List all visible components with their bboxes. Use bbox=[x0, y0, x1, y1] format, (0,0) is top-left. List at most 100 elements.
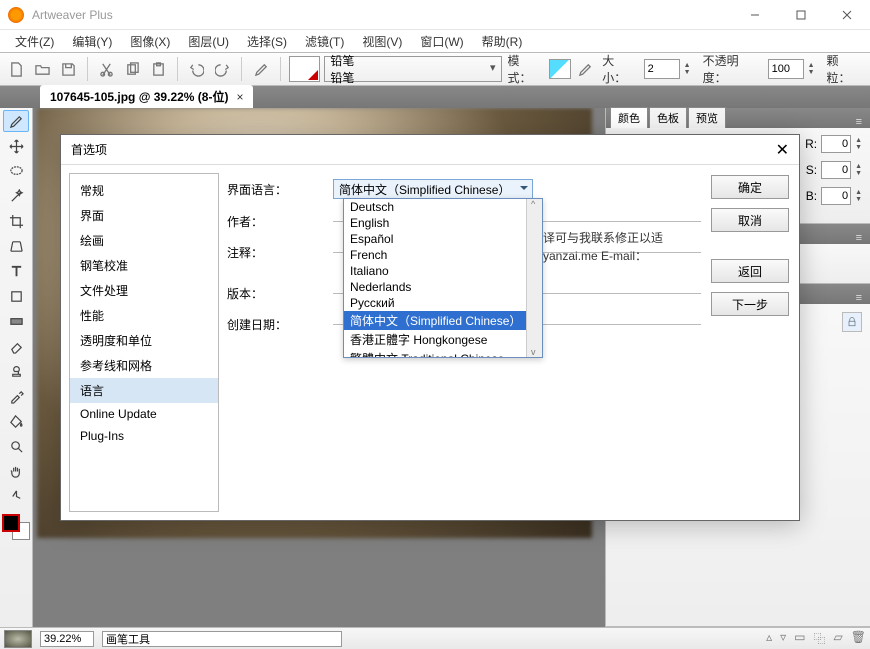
ok-button[interactable]: 确定 bbox=[711, 175, 789, 199]
language-dropdown[interactable]: Deutsch English Español French Italiano … bbox=[343, 198, 543, 358]
sidebar-item-online-update[interactable]: Online Update bbox=[70, 403, 218, 425]
redo-button[interactable] bbox=[212, 58, 234, 80]
zoom-tool[interactable] bbox=[3, 435, 29, 457]
new-file-button[interactable] bbox=[6, 58, 28, 80]
status-up-icon[interactable]: ▵ bbox=[766, 630, 772, 647]
sidebar-item-language[interactable]: 语言 bbox=[70, 378, 218, 403]
menu-window[interactable]: 窗口(W) bbox=[411, 31, 472, 52]
move-tool[interactable] bbox=[3, 135, 29, 157]
next-button[interactable]: 下一步 bbox=[711, 292, 789, 316]
close-button[interactable] bbox=[824, 0, 870, 30]
fill-tool[interactable] bbox=[3, 410, 29, 432]
eyedropper-tool[interactable] bbox=[3, 385, 29, 407]
wand-tool[interactable] bbox=[3, 185, 29, 207]
tab-swatches[interactable]: 色板 bbox=[649, 107, 687, 128]
foreground-color-swatch[interactable] bbox=[2, 514, 20, 532]
menu-view[interactable]: 视图(V) bbox=[353, 31, 411, 52]
panel-menu-icon[interactable]: ≡ bbox=[852, 116, 866, 128]
menu-select[interactable]: 选择(S) bbox=[238, 31, 296, 52]
sidebar-item-interface[interactable]: 界面 bbox=[70, 203, 218, 228]
menu-image[interactable]: 图像(X) bbox=[121, 31, 179, 52]
perspective-tool[interactable] bbox=[3, 235, 29, 257]
opacity-input[interactable] bbox=[768, 59, 804, 79]
menu-layer[interactable]: 图层(U) bbox=[179, 31, 238, 52]
lasso-tool[interactable] bbox=[3, 160, 29, 182]
color-swap[interactable] bbox=[2, 514, 30, 540]
lang-option[interactable]: Italiano bbox=[344, 263, 542, 279]
current-tool-field[interactable] bbox=[102, 631, 342, 647]
opacity-spinner[interactable]: ▲▼ bbox=[808, 59, 815, 79]
lang-option[interactable]: 繁體中文 Traditional Chinese bbox=[344, 349, 542, 358]
size-spinner[interactable]: ▲▼ bbox=[684, 59, 691, 79]
sidebar-item-file-handling[interactable]: 文件处理 bbox=[70, 278, 218, 303]
back-button[interactable]: 返回 bbox=[711, 259, 789, 283]
event-tool[interactable] bbox=[3, 485, 29, 507]
stamp-tool[interactable] bbox=[3, 360, 29, 382]
status-layer-icon[interactable]: ▱ bbox=[834, 630, 843, 647]
gradient-tool[interactable] bbox=[3, 310, 29, 332]
brush-tool[interactable] bbox=[3, 110, 29, 132]
brush-tool-icon[interactable] bbox=[250, 58, 272, 80]
paste-button[interactable] bbox=[147, 58, 169, 80]
lang-option[interactable]: English bbox=[344, 215, 542, 231]
status-down-icon[interactable]: ▿ bbox=[780, 630, 786, 647]
menu-help[interactable]: 帮助(R) bbox=[473, 31, 532, 52]
sidebar-item-transparency[interactable]: 透明度和单位 bbox=[70, 328, 218, 353]
undo-button[interactable] bbox=[186, 58, 208, 80]
tab-color[interactable]: 颜色 bbox=[610, 107, 648, 128]
open-file-button[interactable] bbox=[32, 58, 54, 80]
sidebar-item-painting[interactable]: 绘画 bbox=[70, 228, 218, 253]
sidebar-item-plugins[interactable]: Plug-Ins bbox=[70, 425, 218, 447]
zoom-field[interactable] bbox=[40, 631, 94, 647]
document-tab-close-icon[interactable]: × bbox=[236, 90, 243, 104]
lock-icon[interactable] bbox=[842, 312, 862, 332]
lang-option[interactable]: Español bbox=[344, 231, 542, 247]
lang-option[interactable]: Nederlands bbox=[344, 279, 542, 295]
lang-option[interactable]: French bbox=[344, 247, 542, 263]
eraser-tool[interactable] bbox=[3, 335, 29, 357]
tab-preview[interactable]: 预览 bbox=[688, 107, 726, 128]
size-input[interactable] bbox=[644, 59, 680, 79]
dropdown-scrollbar[interactable] bbox=[526, 199, 542, 357]
s-input[interactable] bbox=[821, 161, 851, 179]
lang-option[interactable]: 香港正體字 Hongkongese bbox=[344, 330, 542, 349]
s-spinner[interactable]: ▲▼ bbox=[855, 160, 862, 180]
lang-option[interactable]: Deutsch bbox=[344, 199, 542, 215]
maximize-button[interactable] bbox=[778, 0, 824, 30]
status-trash-icon[interactable]: 🗑 bbox=[851, 630, 866, 647]
sidebar-item-guides[interactable]: 参考线和网格 bbox=[70, 353, 218, 378]
mode-brush-icon[interactable] bbox=[575, 58, 597, 80]
mode-swatch[interactable] bbox=[549, 59, 571, 79]
sidebar-item-performance[interactable]: 性能 bbox=[70, 303, 218, 328]
shape-tool[interactable] bbox=[3, 285, 29, 307]
menu-file[interactable]: 文件(Z) bbox=[6, 31, 63, 52]
dialog-close-icon[interactable]: ✕ bbox=[776, 140, 789, 160]
b-spinner[interactable]: ▲▼ bbox=[855, 186, 862, 206]
sidebar-item-general[interactable]: 常规 bbox=[70, 178, 218, 203]
text-tool[interactable] bbox=[3, 260, 29, 282]
cancel-button[interactable]: 取消 bbox=[711, 208, 789, 232]
brush-preview[interactable] bbox=[289, 56, 321, 82]
lang-option-selected[interactable]: 简体中文（Simplified Chinese） bbox=[344, 311, 542, 330]
r-input[interactable] bbox=[821, 135, 851, 153]
menu-edit[interactable]: 编辑(Y) bbox=[63, 31, 121, 52]
r-spinner[interactable]: ▲▼ bbox=[855, 134, 862, 154]
status-copy-icon[interactable]: ⿻ bbox=[814, 630, 826, 647]
menu-filter[interactable]: 滤镜(T) bbox=[296, 31, 353, 52]
sidebar-item-pen-calib[interactable]: 钢笔校准 bbox=[70, 253, 218, 278]
panel2-menu-icon[interactable]: ≡ bbox=[852, 232, 866, 244]
document-tab[interactable]: 107645-105.jpg @ 39.22% (8-位) × bbox=[40, 85, 253, 108]
dialog-title-bar[interactable]: 首选项 ✕ bbox=[61, 135, 799, 165]
brush-preset-select[interactable]: 铅笔 铅笔 bbox=[324, 56, 501, 82]
status-doc-icon[interactable]: ▭ bbox=[794, 630, 805, 647]
crop-tool[interactable] bbox=[3, 210, 29, 232]
b-input[interactable] bbox=[821, 187, 851, 205]
hand-tool[interactable] bbox=[3, 460, 29, 482]
ui-lang-combo[interactable]: 简体中文（Simplified Chinese） bbox=[333, 179, 533, 199]
save-file-button[interactable] bbox=[57, 58, 79, 80]
panel3-menu-icon[interactable]: ≡ bbox=[852, 292, 866, 304]
minimize-button[interactable] bbox=[732, 0, 778, 30]
copy-button[interactable] bbox=[122, 58, 144, 80]
cut-button[interactable] bbox=[96, 58, 118, 80]
lang-option[interactable]: Русский bbox=[344, 295, 542, 311]
